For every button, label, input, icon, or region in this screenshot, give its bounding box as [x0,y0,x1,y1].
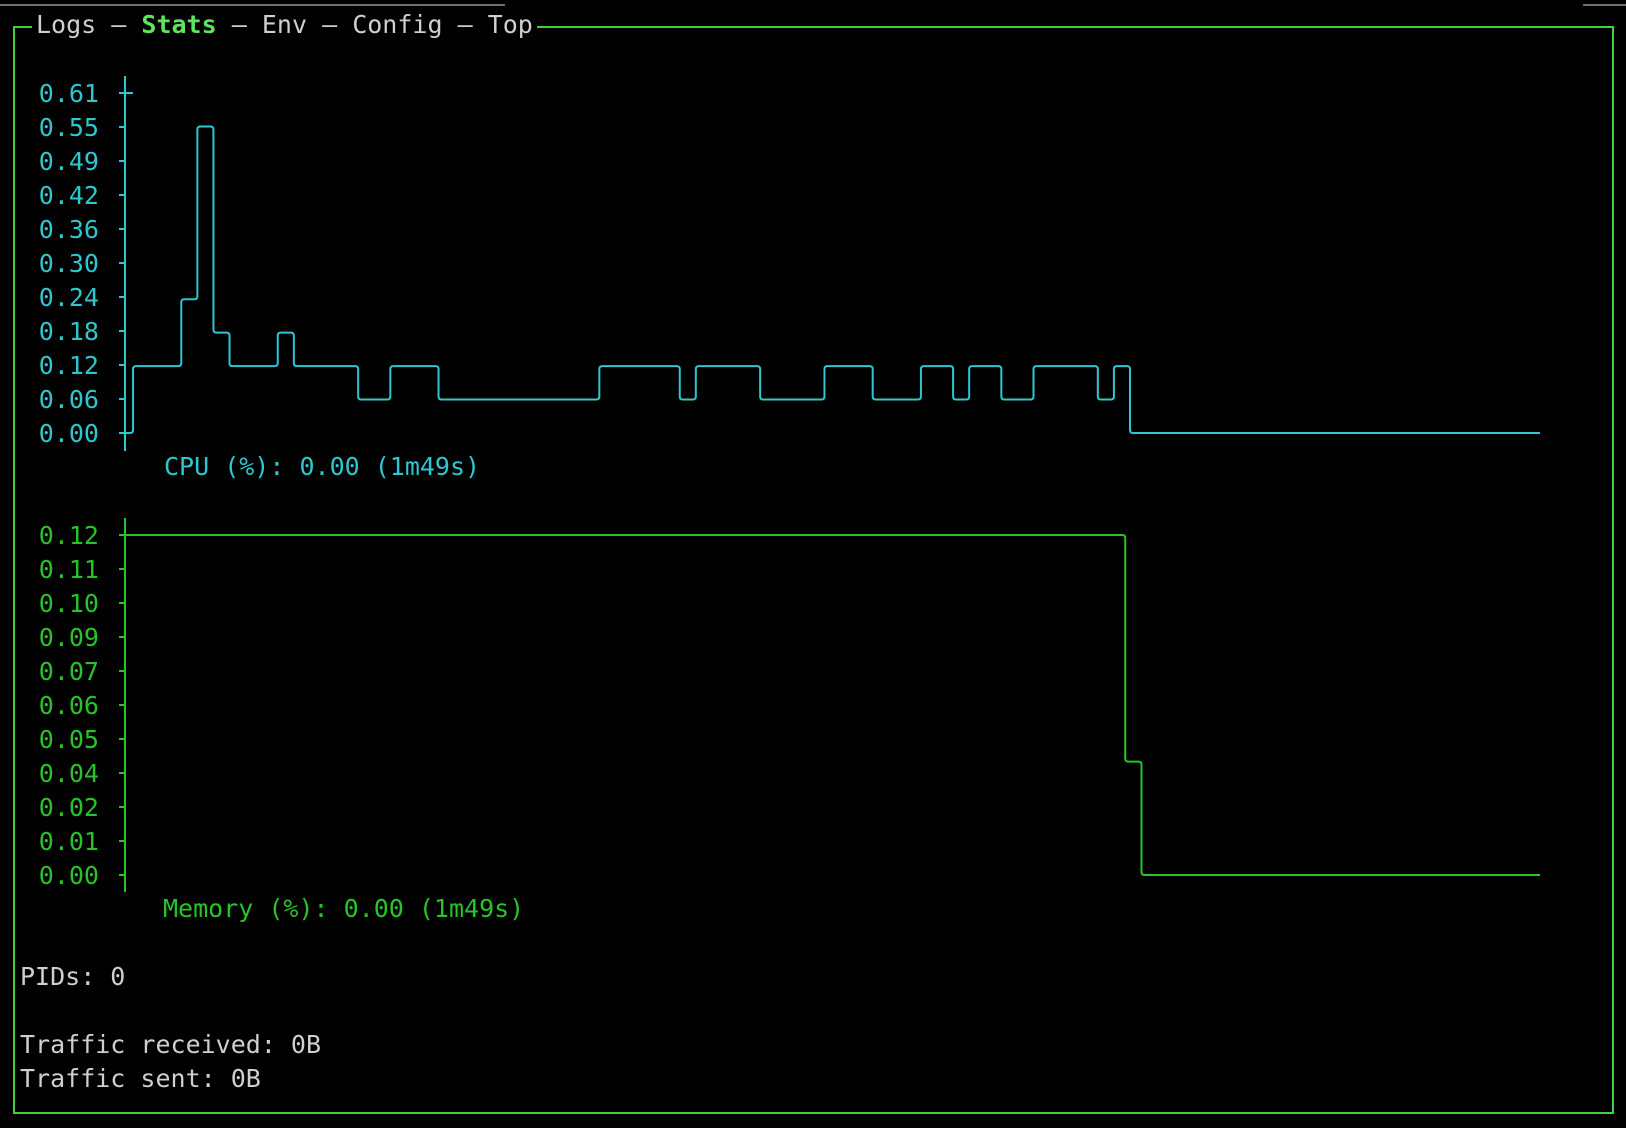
y-tick-label: 0.11 [39,555,99,584]
y-tick-label: 0.00 [39,861,99,890]
memory-chart: 0.12 0.11 0.10 0.09 0.07 0.06 0.05 0.04 0.02 0.01… [39,518,1540,923]
y-tick-label: 0.05 [39,725,99,754]
y-tick-label: 0.07 [39,657,99,686]
y-tick-label: 0.01 [39,827,99,856]
y-tick-label: 0.10 [39,589,99,618]
y-tick-label: 0.12 [39,521,99,550]
y-tick-label: 0.09 [39,623,99,652]
y-tick-label: 0.02 [39,793,99,822]
memory-chart-label: Memory (%): 0.00 (1m49s) [163,894,524,923]
y-tick-label: 0.04 [39,759,99,788]
traffic-received-text: Traffic received: 0B [20,1030,322,1059]
memory-series-line [125,534,1540,876]
traffic-sent-text: Traffic sent: 0B [20,1064,261,1093]
y-tick-label: 0.06 [39,691,99,720]
pids-text: PIDs: 0 [20,962,126,991]
